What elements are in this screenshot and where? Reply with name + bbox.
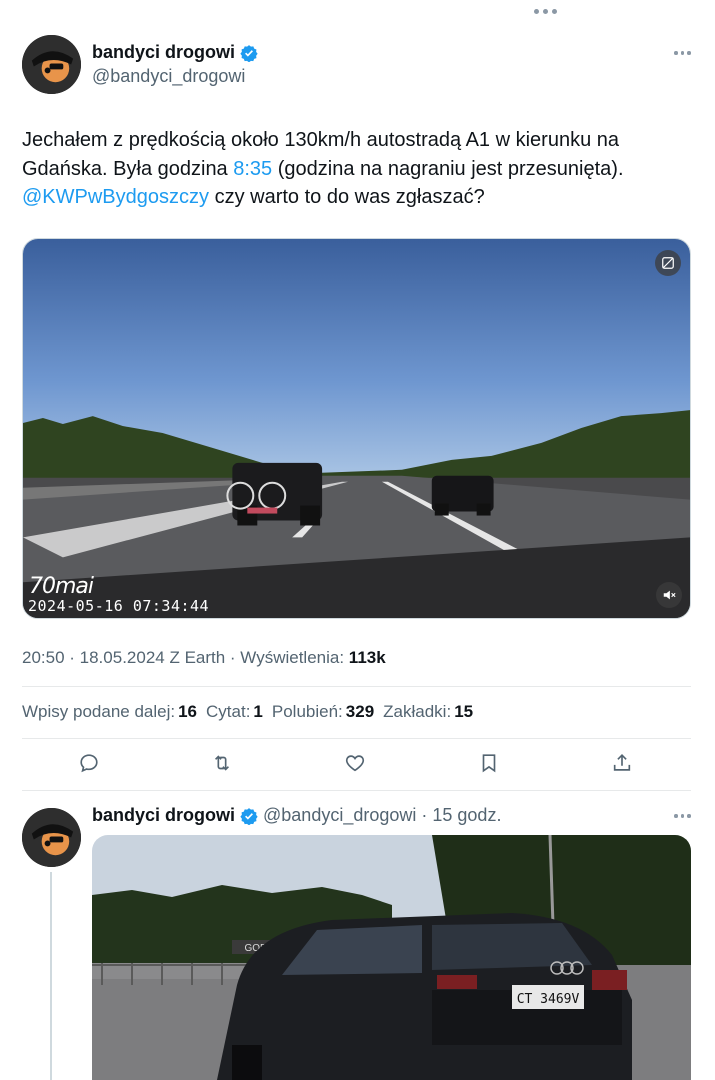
stat-label: Wpisy podane dalej: — [22, 702, 176, 721]
reply-more-options-icon[interactable] — [674, 814, 691, 818]
stat-value: 329 — [345, 702, 375, 721]
action-bar — [0, 750, 715, 780]
bookmark-icon[interactable] — [476, 750, 502, 776]
time-link[interactable]: 8:35 — [233, 158, 272, 180]
mention-link[interactable]: @KWPwBydgoszczy — [22, 186, 209, 208]
divider-bottom — [22, 790, 691, 791]
stat-likes[interactable]: Polubień: 329 — [272, 702, 374, 722]
reply-author-name[interactable]: bandyci drogowi — [92, 805, 235, 826]
verified-badge-icon — [240, 44, 258, 62]
stat-label: Zakładki: — [383, 702, 452, 721]
reply-author-avatar[interactable] — [22, 808, 81, 867]
reply-age[interactable]: · 15 godz. — [421, 805, 501, 826]
tweet-text-part2: (godzina na nagraniu jest przesunięta). — [272, 157, 624, 180]
divider-middle — [22, 738, 691, 739]
share-icon[interactable] — [609, 750, 635, 776]
reply-image: GORAL CT 3469V — [92, 835, 691, 1080]
tweet-meta: 20:50 · 18.05.2024 Z Earth · Wyświetleni… — [22, 648, 386, 668]
author-avatar[interactable] — [22, 35, 81, 94]
video-player[interactable]: 70mai 2024-05-16 07:34:44 — [22, 238, 691, 619]
author-handle[interactable]: @bandyci_drogowi — [92, 66, 245, 87]
retweet-icon[interactable] — [209, 750, 235, 776]
reply-plate-text: CT 3469V — [517, 992, 580, 1007]
video-frame — [23, 239, 690, 618]
dashcam-brand: 70mai — [29, 574, 94, 599]
stat-label: Polubień: — [271, 702, 343, 721]
stat-value: 15 — [454, 702, 474, 721]
stat-label: Cytat: — [206, 702, 251, 721]
sensitive-media-icon[interactable] — [655, 250, 681, 276]
author-name[interactable]: bandyci drogowi — [92, 42, 258, 63]
stat-retweets[interactable]: Wpisy podane dalej: 16 — [22, 702, 197, 722]
tweet-text-part3: czy warto to do was zgłaszać? — [209, 186, 485, 208]
mute-icon[interactable] — [656, 582, 682, 608]
tweet-meta-time[interactable]: 20:50 · 18.05.2024 Z Earth · Wyświetleni… — [22, 648, 349, 667]
more-options-icon[interactable] — [674, 51, 691, 55]
top-more-icon[interactable] — [530, 4, 560, 18]
like-icon[interactable] — [342, 750, 368, 776]
stat-quotes[interactable]: Cytat: 1 — [206, 702, 263, 722]
tweet-text: Jechałem z prędkością około 130km/h auto… — [22, 126, 692, 212]
tweet-stats: Wpisy podane dalej: 16 Cytat: 1 Polubień: 3… — [22, 702, 473, 722]
verified-badge-icon — [240, 807, 258, 825]
dashcam-timestamp: 2024-05-16 07:34:44 — [28, 597, 210, 615]
reply-icon[interactable] — [76, 750, 102, 776]
reply-media[interactable]: GORAL CT 3469V — [92, 835, 691, 1080]
author-name-text[interactable]: bandyci drogowi — [92, 42, 235, 63]
divider-top — [22, 686, 691, 687]
reply-header: bandyci drogowi @bandyci_drogowi · 15 go… — [92, 805, 501, 826]
stat-value: 1 — [253, 702, 263, 721]
thread-line — [50, 872, 52, 1080]
stat-value: 16 — [178, 702, 198, 721]
stat-bookmarks[interactable]: Zakładki: 15 — [383, 702, 473, 722]
views-count: 113k — [348, 648, 386, 667]
reply-author-handle[interactable]: @bandyci_drogowi — [263, 805, 416, 826]
